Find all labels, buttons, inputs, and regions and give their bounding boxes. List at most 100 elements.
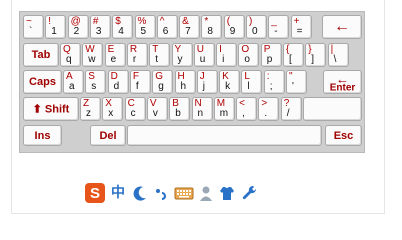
key-r4-0[interactable]: Zz (80, 97, 101, 121)
key-r2-8[interactable]: Oo (238, 43, 260, 67)
key-r4-8[interactable]: >. (258, 97, 280, 121)
key-r2-4[interactable]: Tt (149, 43, 171, 67)
base-char: = (296, 26, 303, 37)
tab-key[interactable]: Tab (23, 43, 59, 67)
user-icon[interactable] (198, 182, 214, 204)
del-label: Del (99, 129, 117, 142)
key-r2-12[interactable]: | \ (327, 43, 349, 67)
key-r1-5[interactable]: % 5 (134, 15, 156, 39)
key-r1-11[interactable]: _ - (268, 15, 290, 39)
key-r1-7[interactable]: & 7 (179, 15, 201, 39)
base-char: / (286, 108, 290, 119)
key-r3-6[interactable]: Jj (196, 70, 218, 94)
key-r2-7[interactable]: Ii (216, 43, 238, 67)
key-r2-1[interactable]: Ww (82, 43, 104, 67)
key-r3-2[interactable]: Dd (107, 70, 129, 94)
keyboard-icon[interactable] (174, 182, 194, 204)
svg-text:S: S (90, 185, 100, 202)
base-char: f (135, 81, 139, 92)
skin-icon[interactable] (218, 182, 236, 204)
shift-label: ⬆ Shift (24, 103, 78, 116)
key-r4-1[interactable]: Xx (102, 97, 124, 121)
base-char: q (66, 54, 72, 65)
key-r3-1[interactable]: Ss (85, 70, 107, 94)
key-r3-9[interactable]: :; (263, 70, 285, 94)
key-r2-3[interactable]: Rr (126, 43, 148, 67)
key-r1-10[interactable]: ) 0 (246, 15, 267, 39)
base-char: 8 (207, 26, 213, 37)
key-r2-6[interactable]: Uu (193, 43, 215, 67)
sogou-logo-icon[interactable]: S (84, 182, 106, 204)
wrench-icon[interactable] (240, 182, 258, 204)
base-char: , (242, 108, 245, 119)
base-char: h (180, 81, 187, 92)
base-char: w (88, 54, 96, 65)
base-char: r (132, 54, 137, 65)
key-r1-3[interactable]: #3 (89, 15, 111, 39)
base-char: b (175, 108, 181, 119)
shift-arrow-icon: ⬆ (32, 103, 42, 116)
chinese-mode-toggle[interactable]: 中 (111, 182, 129, 204)
key-r4-4[interactable]: Bb (169, 97, 191, 121)
key-r2-10[interactable]: {[ (283, 43, 304, 67)
key-r1-1[interactable]: ! 1 (45, 15, 67, 39)
key-r3-4[interactable]: Gg (152, 70, 174, 94)
key-r1-0[interactable]: ~ ` (23, 15, 44, 39)
key-r4-2[interactable]: Cc (124, 97, 146, 121)
base-char: 0 (252, 26, 258, 37)
key-r1-12[interactable]: + = (290, 15, 312, 39)
base-char: o (244, 54, 250, 65)
esc-key[interactable]: Esc (325, 125, 362, 146)
key-r2-9[interactable]: Pp (260, 43, 282, 67)
right-shift-key[interactable] (303, 97, 362, 121)
key-r1-8[interactable]: * 8 (201, 15, 223, 39)
base-char: 5 (140, 26, 147, 37)
key-r3-0[interactable]: Aa (63, 70, 84, 94)
key-r3-5[interactable]: Hh (174, 70, 196, 94)
base-char: 1 (51, 26, 57, 37)
base-char: ; (269, 81, 273, 92)
del-key[interactable]: Del (90, 125, 126, 146)
base-char: k (225, 81, 231, 92)
enter-label: Enter (329, 82, 356, 94)
key-r4-6[interactable]: Mm (213, 97, 235, 121)
key-r2-5[interactable]: Yy (171, 43, 193, 67)
key-r2-0[interactable]: Qq (60, 43, 81, 67)
enter-key[interactable]: ← Enter (323, 70, 362, 94)
key-r1-2[interactable]: @2 (67, 15, 89, 39)
base-char: l (247, 81, 250, 92)
backspace-key[interactable]: ← (322, 15, 362, 39)
space-key[interactable] (127, 125, 322, 146)
key-r1-4[interactable]: $4 (112, 15, 134, 39)
key-r4-9[interactable]: ? / (280, 97, 302, 121)
moon-icon[interactable] (133, 182, 149, 204)
key-r3-8[interactable]: Ll (241, 70, 263, 94)
caps-key[interactable]: Caps (23, 70, 62, 94)
key-r1-6[interactable]: ^ 6 (156, 15, 178, 39)
key-r1-9[interactable]: (9 (223, 15, 245, 39)
key-r3-10[interactable]: " ' (286, 70, 307, 94)
ins-key[interactable]: Ins (23, 125, 62, 146)
base-char: e (110, 54, 117, 65)
key-r3-7[interactable]: Kk (219, 70, 241, 94)
key-r3-3[interactable]: Ff (129, 70, 151, 94)
esc-label: Esc (333, 129, 354, 142)
ins-label: Ins (34, 129, 51, 142)
tab-label: Tab (31, 49, 51, 61)
key-r4-3[interactable]: Vv (146, 97, 168, 121)
shift-key[interactable]: ⬆ Shift (23, 97, 79, 121)
base-char: m (219, 108, 229, 119)
key-r2-2[interactable]: Ee (104, 43, 126, 67)
key-r2-11[interactable]: }] (305, 43, 327, 67)
punctuation-icon[interactable] (153, 182, 169, 204)
base-char: . (264, 108, 268, 119)
base-char: v (152, 108, 158, 119)
base-char: d (113, 81, 120, 92)
key-r4-5[interactable]: Nn (191, 97, 213, 121)
base-char: ' (292, 81, 294, 92)
chinese-mode-label: 中 (111, 185, 125, 201)
base-char: s (91, 81, 97, 92)
base-char: t (155, 54, 158, 65)
key-r4-7[interactable]: <, (236, 97, 258, 121)
base-char: 9 (229, 26, 236, 37)
